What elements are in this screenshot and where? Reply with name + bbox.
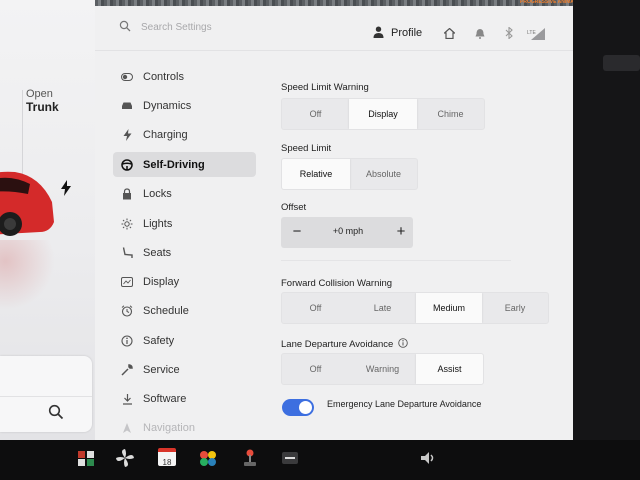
bell-icon[interactable]: [475, 28, 485, 39]
speed-limit-title: Speed Limit: [281, 143, 332, 154]
settings-header: Profile LTE: [95, 6, 573, 51]
sidebar-item-label: Dynamics: [143, 99, 192, 112]
seat-icon: [121, 246, 133, 259]
sidebar-item-label: Service: [143, 363, 180, 376]
profile-button[interactable]: Profile: [391, 27, 422, 39]
sidebar-item-navigation[interactable]: Navigation: [113, 415, 256, 440]
car-render: [0, 171, 54, 236]
open-trunk-hint[interactable]: Open: [26, 88, 53, 100]
bluetooth-icon[interactable]: [505, 27, 513, 39]
dashcam-icon[interactable]: [280, 448, 300, 468]
speed-limit-relative[interactable]: Relative: [282, 159, 350, 189]
speed-limit-warning-display[interactable]: Display: [349, 99, 417, 129]
fan-icon[interactable]: [115, 448, 135, 468]
speed-limit-selector: Relative Absolute: [281, 158, 418, 190]
sidebar-item-label: Controls: [143, 70, 184, 83]
offset-decrease-button[interactable]: −: [289, 223, 305, 241]
sidebar-item-display[interactable]: Display: [113, 269, 256, 294]
bezel-reflection: [603, 55, 640, 71]
clock-icon: [121, 304, 133, 317]
screen-bezel: [573, 0, 640, 440]
car-icon: [121, 100, 133, 112]
car-panel: Open Trunk: [0, 0, 95, 440]
sidebar-item-dynamics[interactable]: Dynamics: [113, 93, 256, 118]
info-icon[interactable]: [398, 338, 408, 348]
wrench-icon: [121, 363, 133, 376]
info-circle-icon: [121, 334, 133, 347]
steering-wheel-icon: [121, 158, 133, 171]
search-icon[interactable]: [48, 404, 64, 420]
sidebar-item-label: Locks: [143, 187, 172, 200]
divider: [281, 260, 511, 261]
speed-limit-warning-selector: Off Display Chime: [281, 98, 485, 130]
emergency-lane-departure-label: Emergency Lane Departure Avoidance: [327, 399, 482, 409]
toggle-icon: [121, 71, 133, 83]
calendar-icon[interactable]: 18: [158, 448, 176, 467]
svg-text:LTE: LTE: [527, 30, 536, 36]
forward-collision-warning-selector: Off Late Medium Early: [281, 292, 549, 324]
sidebar-item-label: Lights: [143, 217, 173, 230]
sidebar-item-label: Self-Driving: [143, 158, 205, 171]
sidebar-item-label: Seats: [143, 246, 172, 259]
offset-stepper: − +0 mph +: [281, 217, 413, 248]
sidebar-item-label: Navigation: [143, 421, 195, 434]
settings-search-input[interactable]: [141, 18, 281, 36]
sidebar-item-label: Charging: [143, 128, 188, 141]
sun-icon: [121, 218, 133, 230]
volume-icon[interactable]: [418, 448, 438, 468]
taskbar: [0, 440, 640, 480]
lock-icon: [121, 187, 133, 200]
sidebar-item-schedule[interactable]: Schedule: [113, 298, 256, 323]
sidebar-item-service[interactable]: Service: [113, 357, 256, 382]
offset-title: Offset: [281, 202, 307, 213]
sidebar-item-label: Software: [143, 392, 187, 405]
speed-limit-absolute[interactable]: Absolute: [350, 159, 417, 189]
trunk-button[interactable]: Trunk: [26, 100, 59, 114]
bolt-icon: [121, 128, 133, 141]
toggle-knob: [299, 401, 312, 414]
profile-icon[interactable]: [373, 26, 384, 38]
lda-assist[interactable]: Assist: [416, 354, 483, 384]
sidebar-item-controls[interactable]: Controls: [113, 64, 256, 89]
sidebar-item-charging[interactable]: Charging: [113, 122, 256, 147]
lda-off[interactable]: Off: [282, 354, 349, 384]
speed-limit-warning-chime[interactable]: Chime: [417, 99, 484, 129]
joystick-icon[interactable]: [240, 448, 260, 468]
sidebar-item-self-driving[interactable]: Self-Driving: [113, 152, 256, 177]
divider: [0, 396, 92, 397]
sidebar-item-locks[interactable]: Locks: [113, 181, 256, 206]
games-icon[interactable]: [198, 448, 218, 468]
emergency-lane-departure-toggle[interactable]: [282, 399, 314, 416]
nav-arrow-icon: [121, 422, 133, 434]
quick-controls-card: [0, 356, 92, 432]
fcw-early[interactable]: Early: [482, 293, 548, 323]
sidebar-item-lights[interactable]: Lights: [113, 211, 256, 236]
sidebar-item-software[interactable]: Software: [113, 386, 256, 411]
sidebar-item-safety[interactable]: Safety: [113, 328, 256, 353]
speed-limit-warning-title: Speed Limit Warning: [281, 82, 369, 93]
sidebar-item-label: Display: [143, 275, 180, 288]
fcw-off[interactable]: Off: [282, 293, 349, 323]
lightning-bolt-icon: [61, 180, 71, 196]
car-reflection: [0, 240, 55, 310]
offset-increase-button[interactable]: +: [393, 223, 409, 241]
search-icon: [119, 20, 131, 32]
sidebar-item-label: Safety: [143, 334, 175, 347]
lte-signal-icon: LTE: [527, 28, 545, 40]
forward-collision-warning-title: Forward Collision Warning: [281, 278, 393, 289]
lda-warning[interactable]: Warning: [349, 354, 416, 384]
fcw-medium[interactable]: Medium: [416, 293, 482, 323]
home-icon[interactable]: [444, 28, 455, 39]
lane-departure-avoidance-title: Lane Departure Avoidance: [281, 339, 394, 350]
fcw-late[interactable]: Late: [349, 293, 416, 323]
sidebar-item-seats[interactable]: Seats: [113, 240, 256, 265]
lane-departure-avoidance-selector: Off Warning Assist: [281, 353, 484, 385]
offset-value: +0 mph: [332, 226, 364, 236]
phone-icon[interactable]: [76, 448, 96, 468]
download-icon: [121, 393, 133, 405]
display-icon: [121, 276, 133, 288]
speed-limit-warning-off[interactable]: Off: [282, 99, 349, 129]
sidebar-item-label: Schedule: [143, 304, 189, 317]
